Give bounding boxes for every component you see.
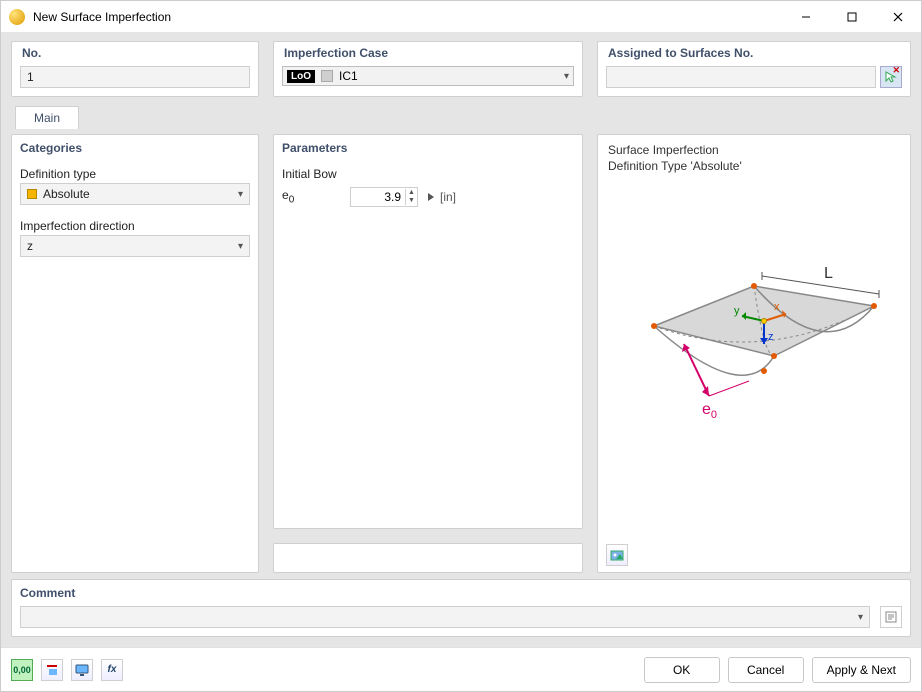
units-button[interactable]: 0,00 [11,659,33,681]
comment-header: Comment [12,580,910,602]
impcase-dropdown[interactable]: LoO IC1 ▾ [282,66,574,86]
display-icon [45,663,59,677]
categories-panel: Categories Definition type Absolute ▾ Im… [11,134,259,573]
imperfection-direction-dropdown[interactable]: z ▾ [20,235,250,257]
comment-edit-button[interactable] [880,606,902,628]
e0-spinner[interactable]: ▲▼ [350,187,418,207]
chevron-down-icon: ▾ [238,241,243,252]
e0-unit: [in] [440,190,456,204]
cancel-button[interactable]: Cancel [728,657,804,683]
impcase-group: Imperfection Case LoO IC1 ▾ [273,41,583,97]
fx-button[interactable]: fx [101,659,123,681]
comment-dropdown[interactable]: ▾ [20,606,870,628]
definition-type-dropdown[interactable]: Absolute ▾ [20,183,250,205]
minimize-button[interactable] [783,1,829,32]
comment-panel: Comment ▾ [11,579,911,637]
chevron-up-icon: ▲ [406,189,417,197]
chevron-down-icon: ▼ [406,197,417,205]
bottom-placeholder-panel [273,543,583,573]
impcase-label: Imperfection Case [280,42,588,62]
view-button[interactable] [71,659,93,681]
monitor-icon [75,663,89,677]
tab-strip: Main [11,105,911,129]
spinner-arrows[interactable]: ▲▼ [405,189,417,205]
assigned-input[interactable] [606,66,876,88]
preview-x-label: x [774,301,780,313]
impcase-badge: LoO [287,70,315,83]
no-group: No. [11,41,259,97]
close-button[interactable] [875,1,921,32]
categories-header: Categories [12,135,258,157]
imperfection-direction-value: z [27,239,232,253]
imperfection-direction-label: Imperfection direction [20,219,250,233]
assigned-group: Assigned to Surfaces No. ✕ [597,41,911,97]
parameters-header: Parameters [274,135,582,157]
footer-bar: 0,00 fx OK Cancel Apply & Next [1,647,921,691]
assigned-label: Assigned to Surfaces No. [604,42,916,62]
close-icon [893,12,903,22]
fx-icon: fx [108,664,117,675]
minimize-icon [801,12,811,22]
preview-z-label: z [768,331,774,343]
chevron-down-icon: ▾ [238,189,243,200]
preview-illustration: L x y z [614,236,894,476]
e0-symbol: e0 [282,188,302,205]
definition-type-swatch [27,189,37,199]
tab-main[interactable]: Main [15,106,79,129]
preview-panel: Surface Imperfection Definition Type 'Ab… [597,134,911,573]
pick-surfaces-button[interactable]: ✕ [880,66,902,88]
impcase-swatch [321,70,333,82]
display-button[interactable] [41,659,63,681]
no-label: No. [18,42,264,62]
definition-type-value: Absolute [43,187,232,201]
maximize-icon [847,12,857,22]
apply-next-button[interactable]: Apply & Next [812,657,911,683]
preview-L-label: L [824,265,833,282]
initial-bow-label: Initial Bow [282,167,574,181]
parameters-panel: Parameters Initial Bow e0 ▲▼ [in] [273,134,583,529]
play-icon[interactable] [428,193,434,201]
chevron-down-icon: ▾ [858,612,863,623]
window-title: New Surface Imperfection [33,10,783,24]
preview-title-2: Definition Type 'Absolute' [608,159,900,175]
preview-tool-button[interactable] [606,544,628,566]
preview-title-1: Surface Imperfection [608,143,900,159]
preview-e0-label: e0 [702,401,717,421]
chevron-down-icon: ▾ [564,71,569,82]
image-tool-icon [610,548,624,562]
ok-button[interactable]: OK [644,657,720,683]
e0-input[interactable] [351,190,405,204]
definition-type-label: Definition type [20,167,250,181]
impcase-value: IC1 [339,69,558,83]
clear-x-icon: ✕ [892,65,900,76]
title-bar: New Surface Imperfection [1,1,921,33]
preview-y-label: y [734,305,740,317]
no-input[interactable] [20,66,250,88]
edit-icon [885,611,897,623]
preview-header: Surface Imperfection Definition Type 'Ab… [598,135,910,174]
app-icon [9,9,25,25]
maximize-button[interactable] [829,1,875,32]
units-icon: 0,00 [13,665,31,675]
